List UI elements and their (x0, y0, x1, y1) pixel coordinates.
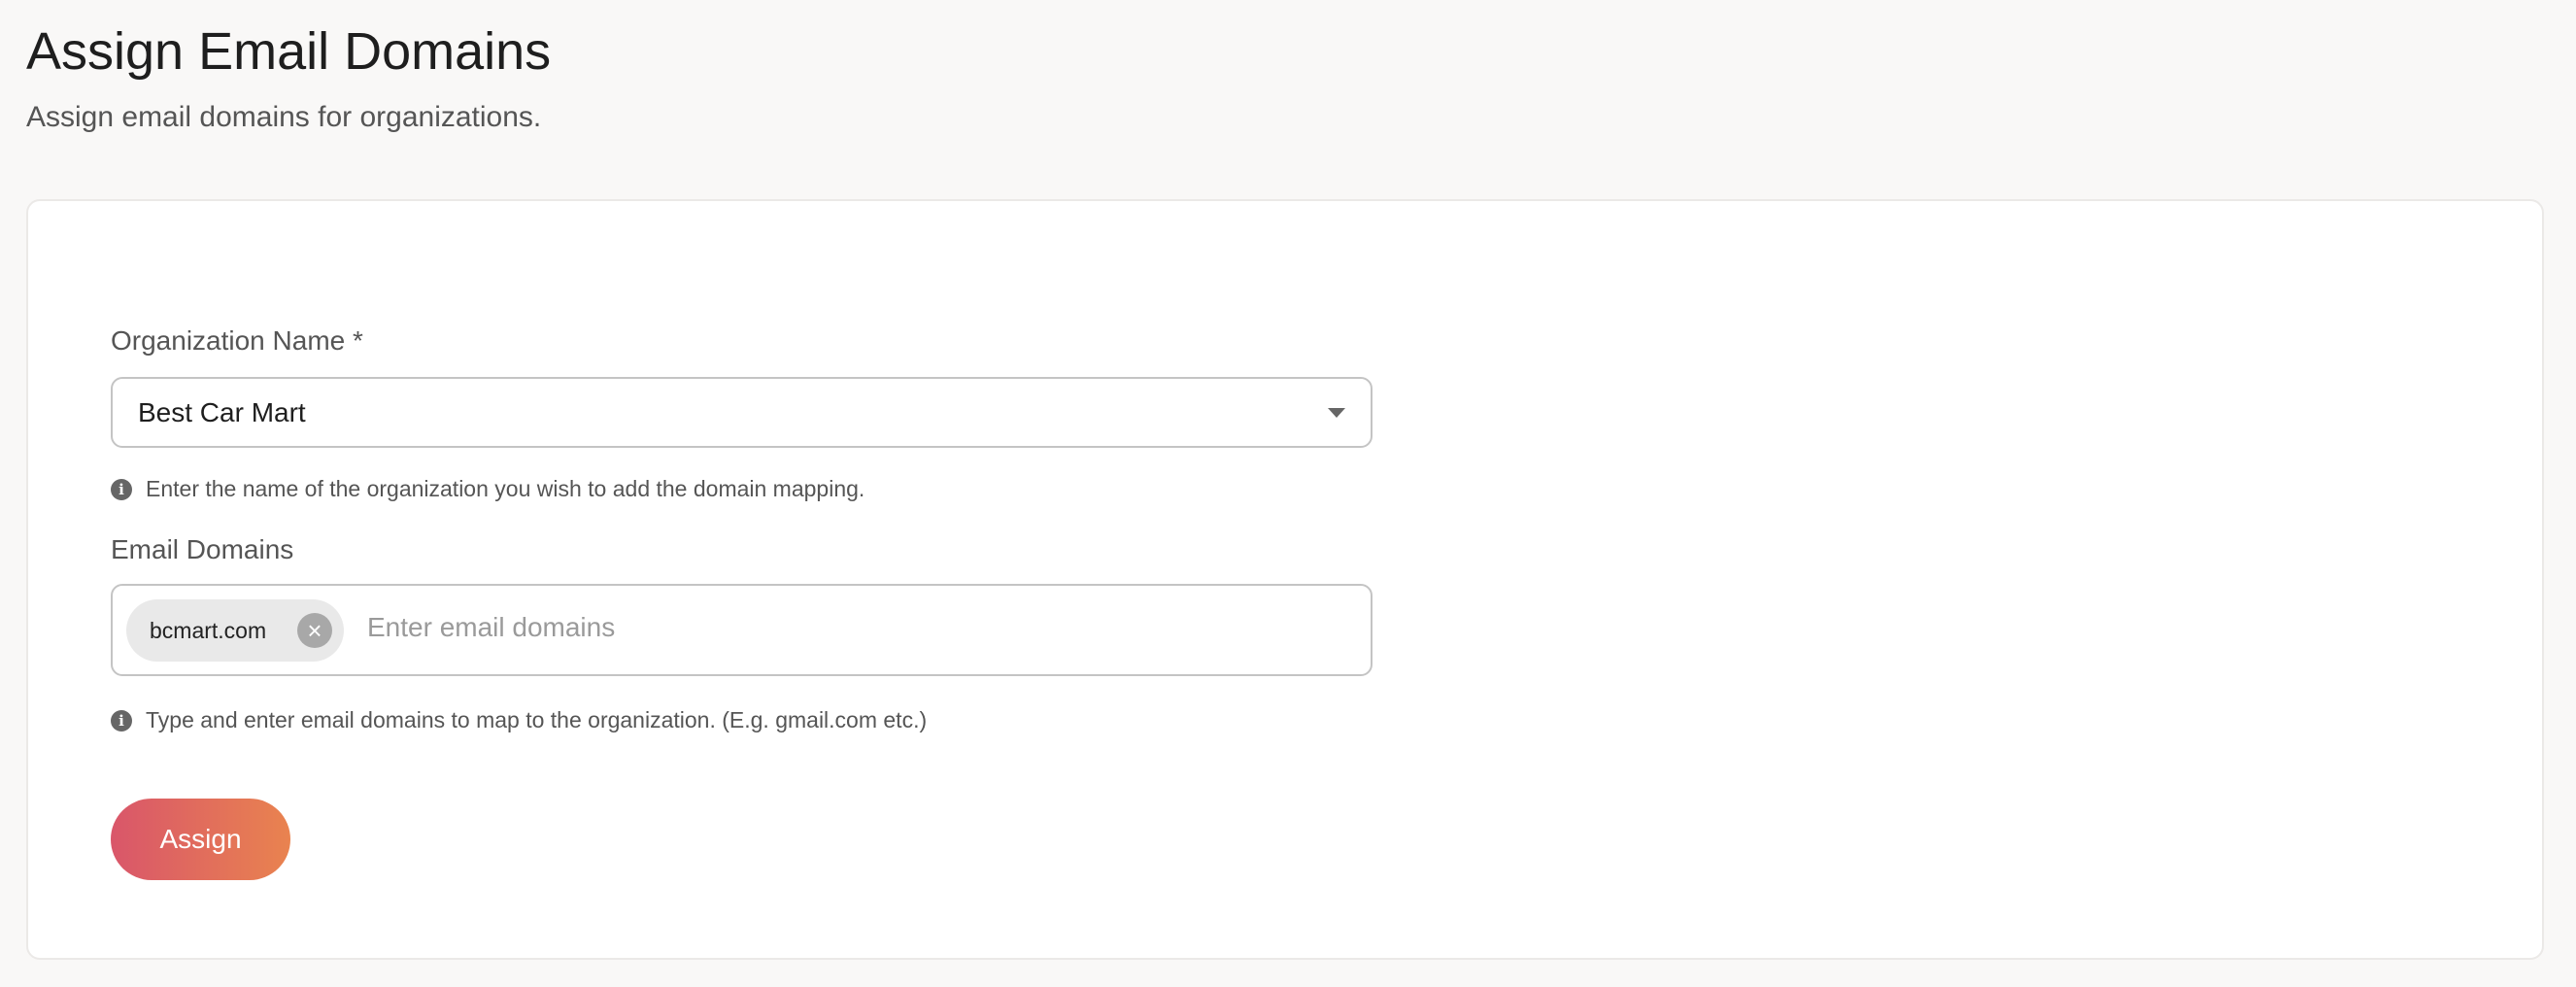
assign-button[interactable]: Assign (111, 799, 290, 880)
organization-select[interactable]: Best Car Mart (111, 377, 1373, 448)
email-domains-help: i Type and enter email domains to map to… (111, 707, 927, 733)
remove-chip-icon[interactable]: × (297, 613, 332, 648)
organization-help-text: Enter the name of the organization you w… (146, 476, 865, 501)
page-title: Assign Email Domains (26, 22, 552, 81)
chevron-down-icon (1328, 408, 1345, 418)
page-subtitle: Assign email domains for organizations. (26, 101, 542, 133)
email-domains-field[interactable] (365, 611, 1243, 644)
organization-name-label: Organization Name * (111, 325, 363, 356)
info-icon: i (111, 709, 132, 732)
email-domains-input[interactable]: bcmart.com × (111, 584, 1373, 676)
domain-chip-label: bcmart.com (150, 617, 267, 643)
organization-select-value: Best Car Mart (138, 397, 306, 427)
domain-chip: bcmart.com × (126, 599, 344, 662)
organization-help: i Enter the name of the organization you… (111, 476, 864, 502)
assign-form-card: Organization Name * Best Car Mart i Ente… (26, 199, 2544, 960)
email-domains-label: Email Domains (111, 534, 294, 564)
info-icon: i (111, 478, 132, 500)
email-domains-help-text: Type and enter email domains to map to t… (146, 707, 928, 732)
